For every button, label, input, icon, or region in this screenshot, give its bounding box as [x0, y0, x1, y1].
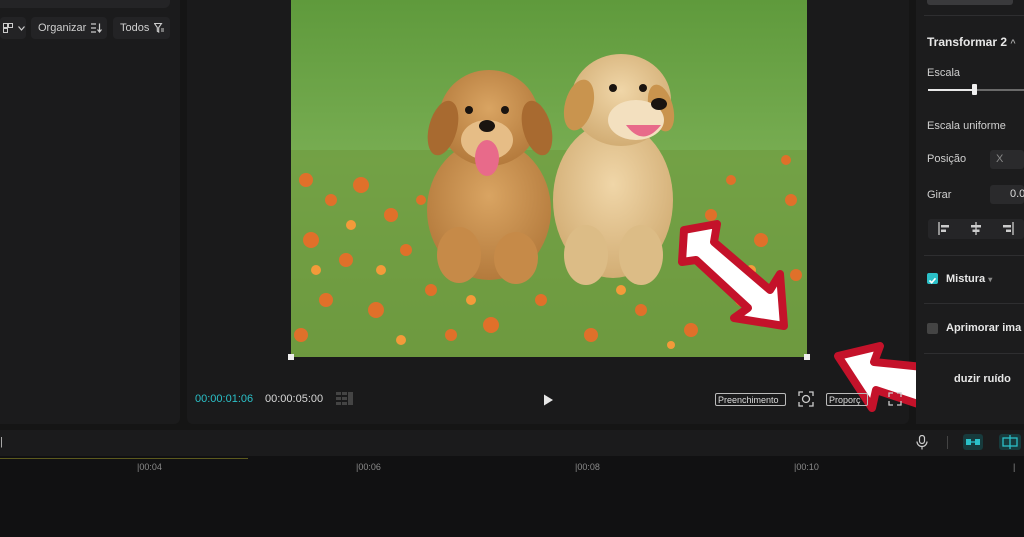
chevron-down-icon — [18, 25, 25, 31]
media-panel — [0, 0, 180, 424]
grid-icon — [3, 23, 13, 33]
enhance-checkbox[interactable] — [927, 323, 938, 334]
rotate-field[interactable]: 0.0 — [990, 185, 1024, 204]
timeline-tick-label: |00:10 — [794, 462, 819, 472]
play-icon[interactable] — [543, 393, 554, 411]
timeline-tick-label: |00:08 — [575, 462, 600, 472]
chevron-up-icon[interactable]: ^ — [1010, 38, 1015, 48]
align-left-icon[interactable] — [938, 222, 950, 240]
filter-button[interactable]: Todos — [113, 17, 170, 39]
frames-icon[interactable] — [336, 392, 354, 411]
aspect-ratio-button[interactable]: Proporç — [826, 393, 868, 406]
scale-label: Escala — [927, 67, 961, 79]
divider — [924, 303, 1024, 304]
organize-label: Organizar — [38, 22, 87, 34]
magnet-icon — [1002, 435, 1018, 449]
transform-title-label: Transformar 2 — [927, 35, 1008, 49]
position-label: Posição — [927, 153, 967, 165]
noise-reduction-label: duzir ruído — [954, 373, 1011, 385]
position-x-label: X — [996, 153, 1004, 165]
checkmark-icon — [928, 277, 937, 284]
resize-handle-bottom-right[interactable] — [804, 354, 810, 360]
fullscreen-icon[interactable] — [888, 392, 902, 411]
scale-slider-thumb[interactable] — [972, 84, 977, 95]
enhance-label: Aprimorar ima — [946, 322, 1022, 334]
view-mode-button[interactable] — [0, 17, 26, 39]
properties-panel — [916, 0, 1024, 424]
total-time: 00:00:05:00 — [265, 393, 324, 405]
rotate-value: 0.0 — [1010, 188, 1024, 200]
panel-top-button[interactable] — [927, 0, 1013, 5]
timeline-tick-label: | — [1013, 462, 1016, 472]
link-icon — [966, 439, 980, 445]
divider — [924, 15, 1024, 16]
blend-label-text: Mistura — [946, 273, 986, 285]
organize-button[interactable]: Organizar — [31, 17, 107, 39]
red-arrow-icon — [678, 220, 788, 330]
divider — [924, 353, 1024, 354]
resize-handle-bottom-left[interactable] — [288, 354, 294, 360]
timeline-tick-label: |00:04 — [137, 462, 162, 472]
chevron-down-icon[interactable]: ▾ — [988, 275, 992, 284]
puppy-right — [553, 54, 675, 285]
position-x-field[interactable]: X — [990, 150, 1024, 169]
timeline-edge-marker: | — [0, 436, 3, 448]
screenshot-icon[interactable] — [798, 391, 814, 412]
link-clips-button[interactable] — [963, 434, 983, 450]
divider — [947, 436, 948, 449]
timeline-progress-line — [0, 458, 248, 459]
filter-label: Todos — [120, 22, 150, 34]
current-time: 00:00:01:06 — [195, 393, 254, 405]
uniform-scale-label: Escala uniforme — [927, 120, 1006, 132]
sort-icon — [91, 23, 103, 33]
blend-checkbox[interactable] — [927, 273, 938, 284]
align-right-icon[interactable] — [1002, 222, 1014, 240]
timeline-toolbar — [0, 430, 1024, 456]
rotate-label: Girar — [927, 189, 952, 201]
blend-label: Mistura ▾ — [946, 273, 992, 285]
timeline-tick-label: |00:06 — [356, 462, 381, 472]
divider — [924, 255, 1024, 256]
media-panel-top-bar — [0, 0, 170, 8]
microphone-icon[interactable] — [916, 434, 928, 455]
scale-slider-fill — [928, 89, 974, 91]
align-buttons — [928, 219, 1024, 239]
filter-icon — [154, 23, 165, 33]
snap-button[interactable] — [999, 434, 1021, 450]
transform-title: Transformar 2 ^ — [927, 35, 1016, 49]
align-center-icon[interactable] — [970, 222, 982, 240]
fill-button[interactable]: Preenchimento — [715, 393, 786, 406]
